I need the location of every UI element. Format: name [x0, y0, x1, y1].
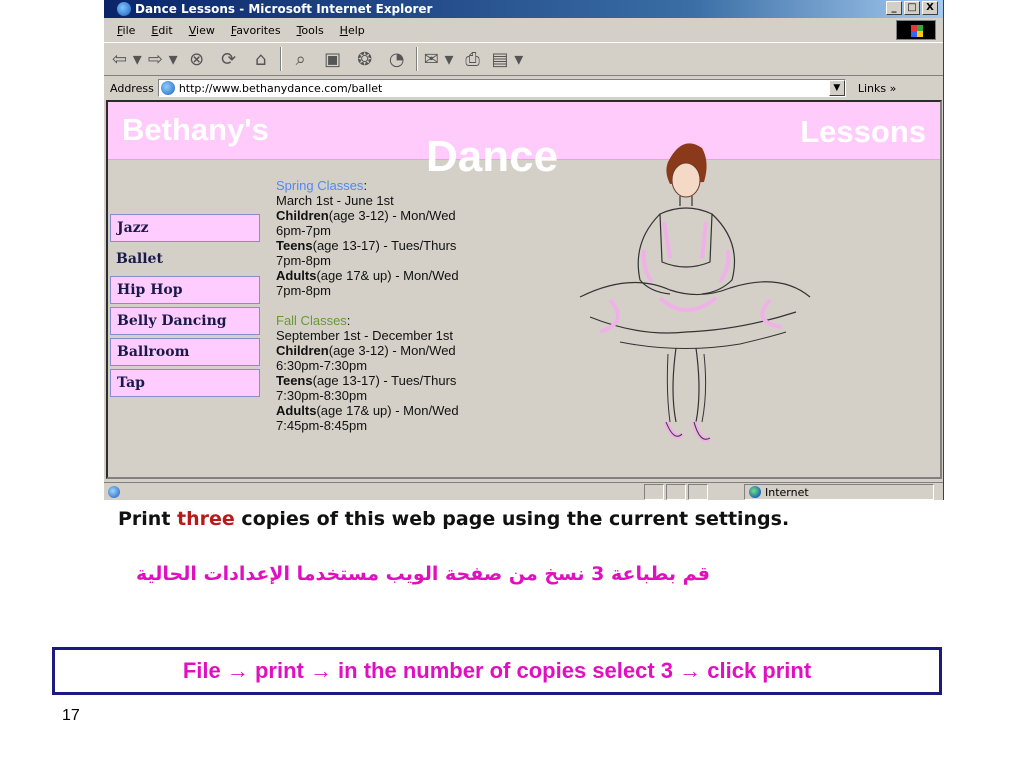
history-icon[interactable]: ◔	[384, 47, 410, 71]
status-pane	[644, 484, 664, 500]
address-label: Address	[110, 81, 154, 95]
fall-adults: Adults(age 17& up) - Mon/Wed	[276, 403, 459, 418]
menu-favorites[interactable]: Favorites	[231, 24, 281, 37]
security-zone: Internet	[744, 484, 934, 500]
spring-teens-time: 7pm-8pm	[276, 253, 331, 268]
spring-dates: March 1st - June 1st	[276, 193, 394, 208]
nav-item-hip-hop[interactable]: Hip Hop	[110, 276, 260, 304]
forward-icon[interactable]: ⇨ ▾	[148, 47, 178, 71]
fall-teens: Teens(age 13-17) - Tues/Thurs	[276, 373, 457, 388]
window-title: Dance Lessons - Microsoft Internet Explo…	[135, 2, 433, 16]
page-status-icon	[108, 485, 120, 498]
title-bar: Dance Lessons - Microsoft Internet Explo…	[104, 0, 943, 18]
status-panes	[644, 484, 710, 500]
nav-item-belly-dancing[interactable]: Belly Dancing	[110, 307, 260, 335]
menu-edit[interactable]: Edit	[151, 24, 172, 37]
minimize-button[interactable]: _	[886, 1, 902, 15]
ie-icon	[117, 2, 131, 16]
answer-box: File → print → in the number of copies s…	[52, 647, 942, 695]
fall-teens-time: 7:30pm-8:30pm	[276, 388, 368, 403]
edit-icon[interactable]: ▤ ▾	[492, 47, 524, 71]
ballerina-illustration	[579, 143, 811, 442]
slide-number: 17	[62, 707, 80, 724]
web-page: Bethany's Lessons Dance Jazz Ballet Hip …	[106, 100, 942, 479]
browser-window: Dance Lessons - Microsoft Internet Explo…	[104, 0, 944, 500]
status-pane	[688, 484, 708, 500]
arabic-instruction: قم بطباعة 3 نسخ من صفحة الويب مستخدما ال…	[135, 563, 710, 585]
spring-adults: Adults(age 17& up) - Mon/Wed	[276, 268, 459, 283]
back-icon[interactable]: ⇦ ▾	[112, 47, 142, 71]
nav-item-jazz[interactable]: Jazz	[110, 214, 260, 242]
dance-nav: Jazz Ballet Hip Hop Belly Dancing Ballro…	[110, 214, 260, 400]
fall-children-time: 6:30pm-7:30pm	[276, 358, 368, 373]
favorites-icon[interactable]: ▣	[320, 47, 346, 71]
class-schedule: Spring Classes: March 1st - June 1st Chi…	[276, 178, 556, 433]
search-icon[interactable]: ⌕	[288, 47, 314, 71]
address-dropdown-icon[interactable]: ▼	[828, 80, 845, 96]
spring-teens: Teens(age 13-17) - Tues/Thurs	[276, 238, 457, 253]
fall-dates: September 1st - December 1st	[276, 328, 454, 343]
maximize-button[interactable]: □	[904, 1, 920, 15]
menu-file[interactable]: File	[117, 24, 135, 37]
nav-item-tap[interactable]: Tap	[110, 369, 260, 397]
refresh-icon[interactable]: ⟳	[216, 47, 242, 71]
windows-logo-icon	[896, 20, 936, 40]
address-url[interactable]: http://www.bethanydance.com/ballet	[179, 82, 829, 95]
fall-children: Children(age 3-12) - Mon/Wed	[276, 343, 456, 358]
links-button[interactable]: Links »	[858, 82, 896, 95]
spring-adults-time: 7pm-8pm	[276, 283, 331, 298]
print-icon[interactable]: ⎙	[460, 47, 486, 71]
menu-bar: File Edit View Favorites Tools Help	[104, 18, 943, 42]
toolbar: ⇦ ▾ ⇨ ▾ ⊗ ⟳ ⌂ ⌕ ▣ ❂ ◔ ✉ ▾ ⎙ ▤ ▾	[104, 42, 943, 76]
banner-left-text: Bethany's	[122, 112, 269, 147]
toolbar-separator	[415, 47, 418, 71]
status-pane	[666, 484, 686, 500]
address-input[interactable]: http://www.bethanydance.com/ballet ▼	[157, 79, 846, 97]
spring-children: Children(age 3-12) - Mon/Wed	[276, 208, 456, 223]
spring-heading: Spring Classes:	[276, 178, 368, 193]
spring-children-time: 6pm-7pm	[276, 223, 331, 238]
task-instruction: Print three copies of this web page usin…	[118, 508, 790, 530]
zone-label: Internet	[765, 485, 809, 499]
answer-text: File → print → in the number of copies s…	[182, 658, 812, 683]
fall-adults-time: 7:45pm-8:45pm	[276, 418, 368, 433]
menu-view[interactable]: View	[189, 24, 215, 37]
menu-help[interactable]: Help	[340, 24, 365, 37]
home-icon[interactable]: ⌂	[248, 47, 274, 71]
fall-heading: Fall Classes:	[276, 313, 351, 328]
page-icon	[160, 81, 175, 95]
close-button[interactable]: X	[922, 1, 938, 15]
stop-icon[interactable]: ⊗	[184, 47, 210, 71]
nav-item-ballroom[interactable]: Ballroom	[110, 338, 260, 366]
address-bar: Address http://www.bethanydance.com/ball…	[104, 77, 943, 99]
schedule-spacer	[276, 298, 556, 313]
copies-highlight: three	[177, 508, 235, 530]
status-bar: Internet	[104, 482, 943, 500]
window-controls: _ □ X	[886, 1, 938, 15]
banner-middle-text: Dance	[426, 132, 559, 181]
toolbar-separator	[279, 47, 282, 71]
internet-zone-icon	[749, 486, 761, 498]
menu-tools[interactable]: Tools	[297, 24, 324, 37]
nav-item-ballet[interactable]: Ballet	[110, 245, 260, 273]
mail-icon[interactable]: ✉ ▾	[424, 47, 454, 71]
media-icon[interactable]: ❂	[352, 47, 378, 71]
